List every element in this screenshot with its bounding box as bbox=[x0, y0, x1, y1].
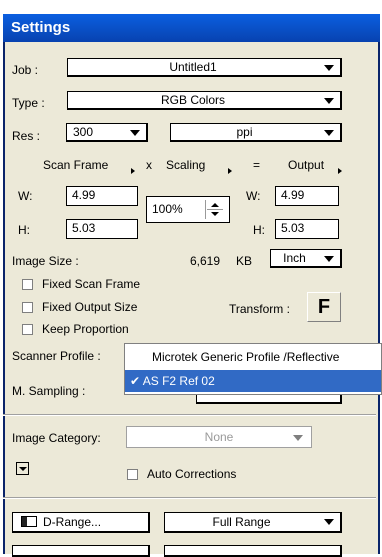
chevron-down-icon bbox=[324, 130, 334, 136]
type-value: RGB Colors bbox=[160, 93, 225, 107]
expand-toggle-icon[interactable] bbox=[16, 462, 29, 475]
fixed-scan-frame-label: Fixed Scan Frame bbox=[42, 277, 141, 291]
scaling-field[interactable]: 100% bbox=[146, 196, 230, 223]
scaling-value: 100% bbox=[152, 202, 183, 216]
transform-label: Transform : bbox=[229, 302, 290, 316]
scan-frame-header[interactable]: Scan Frame bbox=[43, 158, 108, 172]
d-range-value: Full Range bbox=[212, 515, 271, 529]
profile-option-asf2[interactable]: ✔ AS F2 Ref 02 bbox=[125, 370, 381, 392]
chevron-down-icon bbox=[130, 130, 140, 136]
spin-up-icon[interactable] bbox=[211, 203, 219, 207]
image-size-label: Image Size : bbox=[12, 254, 79, 268]
image-category-value: None bbox=[204, 430, 234, 444]
scan-width-label: W: bbox=[18, 189, 33, 203]
res-label: Res : bbox=[12, 129, 41, 143]
d-range-button[interactable]: D-Range... bbox=[12, 512, 150, 533]
scan-width-field[interactable]: 4.99 bbox=[66, 186, 138, 206]
keep-proportion-label: Keep Proportion bbox=[42, 322, 129, 336]
d-range-label: D-Range... bbox=[43, 515, 102, 529]
chevron-down-icon bbox=[324, 98, 334, 104]
output-width-field[interactable]: 4.99 bbox=[275, 186, 339, 206]
chevron-down-icon bbox=[293, 435, 303, 441]
spin-down-icon[interactable] bbox=[211, 212, 219, 216]
image-category-dropdown[interactable]: None bbox=[126, 426, 312, 448]
checkmark-icon: ✔ bbox=[130, 374, 141, 388]
scan-height-field[interactable]: 5.03 bbox=[66, 219, 138, 239]
menu-arrow-icon bbox=[131, 168, 135, 174]
fixed-scan-frame-checkbox[interactable] bbox=[22, 279, 33, 290]
scanner-profile-menu: Microtek Generic Profile /Reflective ✔ A… bbox=[124, 343, 382, 395]
output-height-field[interactable]: 5.03 bbox=[275, 219, 339, 239]
job-value: Untitled1 bbox=[169, 60, 217, 74]
chevron-down-icon bbox=[324, 519, 334, 525]
auto-corrections-label: Auto Corrections bbox=[147, 467, 237, 481]
fixed-output-size-label: Fixed Output Size bbox=[42, 300, 138, 314]
res-unit-dropdown[interactable]: ppi bbox=[170, 123, 342, 142]
x-label: x bbox=[146, 158, 152, 172]
scaling-header[interactable]: Scaling bbox=[166, 158, 205, 172]
d-range-dropdown[interactable]: Full Range bbox=[164, 512, 342, 533]
scanner-profile-label: Scanner Profile : bbox=[12, 349, 101, 363]
equals-label: = bbox=[253, 158, 261, 172]
res-dropdown[interactable]: 300 bbox=[66, 123, 148, 142]
auto-corrections-checkbox[interactable] bbox=[127, 469, 138, 480]
menu-arrow-icon bbox=[228, 168, 232, 174]
image-size-unit: KB bbox=[236, 254, 253, 268]
res-value: 300 bbox=[73, 125, 94, 139]
output-height-label: H: bbox=[253, 223, 265, 237]
res-unit-value: ppi bbox=[236, 125, 253, 139]
spinner-divider bbox=[207, 209, 223, 210]
next-row-button[interactable] bbox=[12, 545, 150, 557]
scan-height-label: H: bbox=[18, 223, 30, 237]
divider bbox=[3, 497, 376, 499]
transform-button[interactable]: F bbox=[307, 292, 341, 322]
job-dropdown[interactable]: Untitled1 bbox=[67, 58, 342, 77]
histogram-icon bbox=[21, 516, 37, 527]
output-header[interactable]: Output bbox=[288, 158, 324, 172]
scaling-spinner[interactable] bbox=[205, 200, 226, 219]
menu-arrow-icon bbox=[338, 168, 342, 174]
type-dropdown[interactable]: RGB Colors bbox=[67, 91, 342, 110]
keep-proportion-checkbox[interactable] bbox=[22, 324, 33, 335]
chevron-down-icon bbox=[324, 256, 334, 262]
size-unit-dropdown[interactable]: Inch bbox=[270, 249, 342, 268]
output-width-label: W: bbox=[246, 189, 261, 203]
image-size-value: 6,619 bbox=[190, 254, 221, 268]
fixed-output-size-checkbox[interactable] bbox=[22, 302, 33, 313]
next-row-dropdown[interactable] bbox=[164, 545, 342, 557]
type-label: Type : bbox=[12, 96, 45, 110]
m-sampling-label: M. Sampling : bbox=[12, 384, 86, 398]
profile-option-asf2-label: AS F2 Ref 02 bbox=[142, 374, 215, 388]
size-unit-value: Inch bbox=[283, 251, 306, 265]
profile-option-microtek[interactable]: Microtek Generic Profile /Reflective bbox=[125, 346, 381, 368]
window-title: Settings bbox=[3, 14, 380, 42]
chevron-down-icon bbox=[324, 65, 334, 71]
triangle-down-icon bbox=[19, 467, 27, 471]
divider bbox=[3, 414, 376, 416]
job-label: Job : bbox=[12, 63, 39, 77]
image-category-label: Image Category: bbox=[12, 431, 101, 445]
